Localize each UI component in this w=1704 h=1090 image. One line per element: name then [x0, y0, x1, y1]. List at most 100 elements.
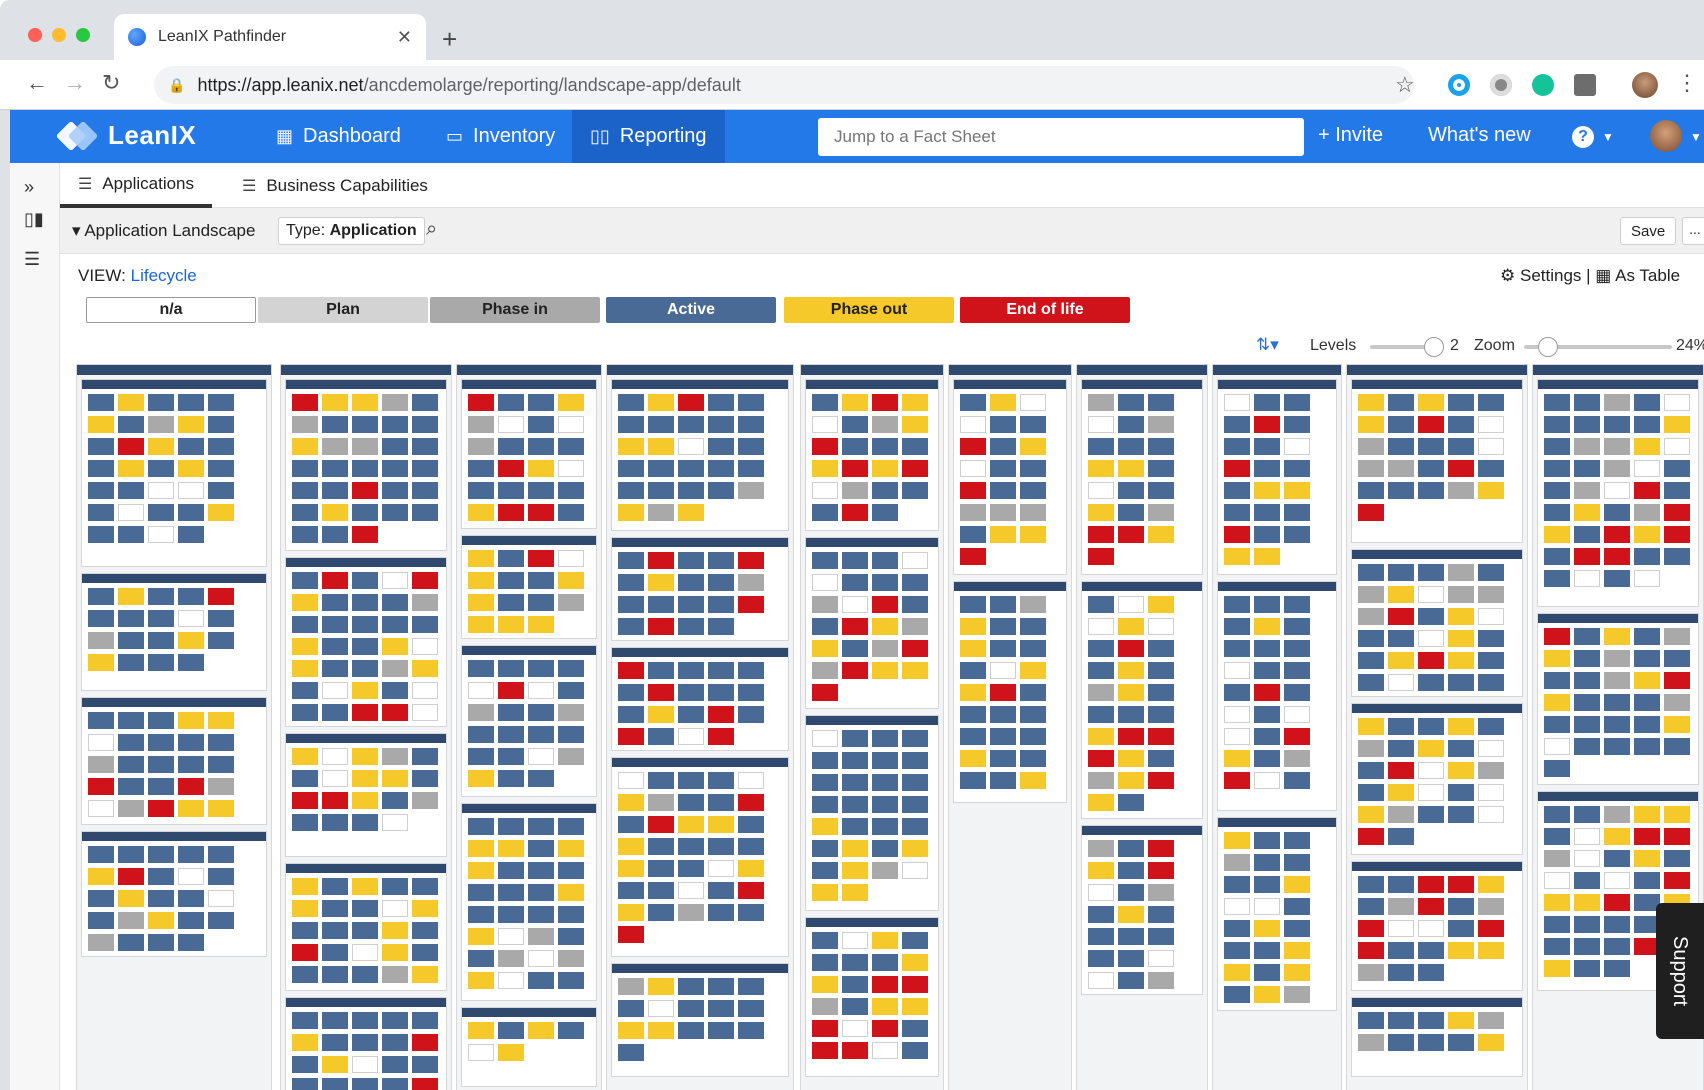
- application-tile[interactable]: [1388, 564, 1414, 581]
- application-tile[interactable]: [738, 596, 764, 613]
- application-tile[interactable]: [618, 618, 644, 635]
- application-tile[interactable]: [738, 482, 764, 499]
- application-tile[interactable]: [1020, 416, 1046, 433]
- application-tile[interactable]: [990, 640, 1016, 657]
- application-tile[interactable]: [618, 416, 644, 433]
- application-tile[interactable]: [1284, 942, 1310, 959]
- application-tile[interactable]: [648, 1022, 674, 1039]
- application-tile[interactable]: [812, 640, 838, 657]
- application-tile[interactable]: [468, 1022, 494, 1039]
- application-tile[interactable]: [352, 416, 378, 433]
- application-tile[interactable]: [960, 394, 986, 411]
- application-tile[interactable]: [960, 482, 986, 499]
- application-tile[interactable]: [1478, 586, 1504, 603]
- application-tile[interactable]: [468, 748, 494, 765]
- application-tile[interactable]: [118, 482, 144, 499]
- application-tile[interactable]: [812, 482, 838, 499]
- application-tile[interactable]: [708, 460, 734, 477]
- application-tile[interactable]: [292, 572, 318, 589]
- application-tile[interactable]: [678, 794, 704, 811]
- application-tile[interactable]: [208, 912, 234, 929]
- application-tile[interactable]: [618, 574, 644, 591]
- application-tile[interactable]: [498, 884, 524, 901]
- application-tile[interactable]: [872, 796, 898, 813]
- application-tile[interactable]: [1254, 662, 1280, 679]
- application-tile[interactable]: [648, 552, 674, 569]
- application-tile[interactable]: [292, 438, 318, 455]
- save-button[interactable]: Save: [1620, 217, 1677, 245]
- application-tile[interactable]: [208, 438, 234, 455]
- application-tile[interactable]: [1448, 630, 1474, 647]
- application-tile[interactable]: [528, 818, 554, 835]
- application-tile[interactable]: [1148, 706, 1174, 723]
- application-tile[interactable]: [528, 884, 554, 901]
- application-tile[interactable]: [648, 860, 674, 877]
- application-tile[interactable]: [1358, 876, 1384, 893]
- application-tile[interactable]: [528, 972, 554, 989]
- application-tile[interactable]: [678, 706, 704, 723]
- application-tile[interactable]: [678, 904, 704, 921]
- application-tile[interactable]: [352, 792, 378, 809]
- application-tile[interactable]: [1478, 718, 1504, 735]
- application-tile[interactable]: [1088, 906, 1114, 923]
- application-tile[interactable]: [1284, 526, 1310, 543]
- application-tile[interactable]: [322, 504, 348, 521]
- close-window-button[interactable]: [28, 28, 42, 42]
- application-tile[interactable]: [468, 862, 494, 879]
- application-tile[interactable]: [872, 394, 898, 411]
- application-tile[interactable]: [1574, 738, 1600, 755]
- application-tile[interactable]: [872, 416, 898, 433]
- application-tile[interactable]: [528, 1022, 554, 1039]
- application-tile[interactable]: [1388, 1034, 1414, 1051]
- application-tile[interactable]: [558, 1022, 584, 1039]
- application-tile[interactable]: [842, 504, 868, 521]
- application-tile[interactable]: [118, 934, 144, 951]
- application-tile[interactable]: [412, 922, 438, 939]
- application-tile[interactable]: [842, 482, 868, 499]
- application-tile[interactable]: [678, 482, 704, 499]
- application-tile[interactable]: [1418, 564, 1444, 581]
- application-tile[interactable]: [1118, 438, 1144, 455]
- application-tile[interactable]: [1478, 438, 1504, 455]
- application-tile[interactable]: [812, 1042, 838, 1059]
- application-tile[interactable]: [1418, 608, 1444, 625]
- application-tile[interactable]: [990, 618, 1016, 635]
- application-tile[interactable]: [678, 596, 704, 613]
- application-tile[interactable]: [842, 774, 868, 791]
- application-tile[interactable]: [1254, 394, 1280, 411]
- application-tile[interactable]: [118, 504, 144, 521]
- application-tile[interactable]: [678, 394, 704, 411]
- application-tile[interactable]: [558, 840, 584, 857]
- application-tile[interactable]: [872, 998, 898, 1015]
- application-tile[interactable]: [648, 684, 674, 701]
- application-tile[interactable]: [208, 416, 234, 433]
- application-tile[interactable]: [1544, 504, 1570, 521]
- application-tile[interactable]: [178, 482, 204, 499]
- application-tile[interactable]: [528, 416, 554, 433]
- application-tile[interactable]: [1020, 504, 1046, 521]
- application-tile[interactable]: [678, 882, 704, 899]
- application-tile[interactable]: [678, 978, 704, 995]
- application-tile[interactable]: [1574, 894, 1600, 911]
- application-tile[interactable]: [1118, 460, 1144, 477]
- application-tile[interactable]: [1418, 920, 1444, 937]
- application-tile[interactable]: [648, 904, 674, 921]
- application-tile[interactable]: [1544, 760, 1570, 777]
- application-tile[interactable]: [960, 416, 986, 433]
- application-tile[interactable]: [1020, 706, 1046, 723]
- application-tile[interactable]: [178, 734, 204, 751]
- application-tile[interactable]: [678, 662, 704, 679]
- application-tile[interactable]: [1118, 706, 1144, 723]
- application-tile[interactable]: [382, 394, 408, 411]
- application-tile[interactable]: [528, 928, 554, 945]
- user-chevron-down-icon[interactable]: ▼: [1690, 130, 1702, 144]
- application-tile[interactable]: [352, 460, 378, 477]
- application-tile[interactable]: [1224, 920, 1250, 937]
- application-tile[interactable]: [148, 846, 174, 863]
- application-tile[interactable]: [468, 572, 494, 589]
- application-tile[interactable]: [618, 1000, 644, 1017]
- application-tile[interactable]: [382, 1056, 408, 1073]
- application-tile[interactable]: [618, 684, 644, 701]
- application-tile[interactable]: [208, 460, 234, 477]
- application-tile[interactable]: [1254, 640, 1280, 657]
